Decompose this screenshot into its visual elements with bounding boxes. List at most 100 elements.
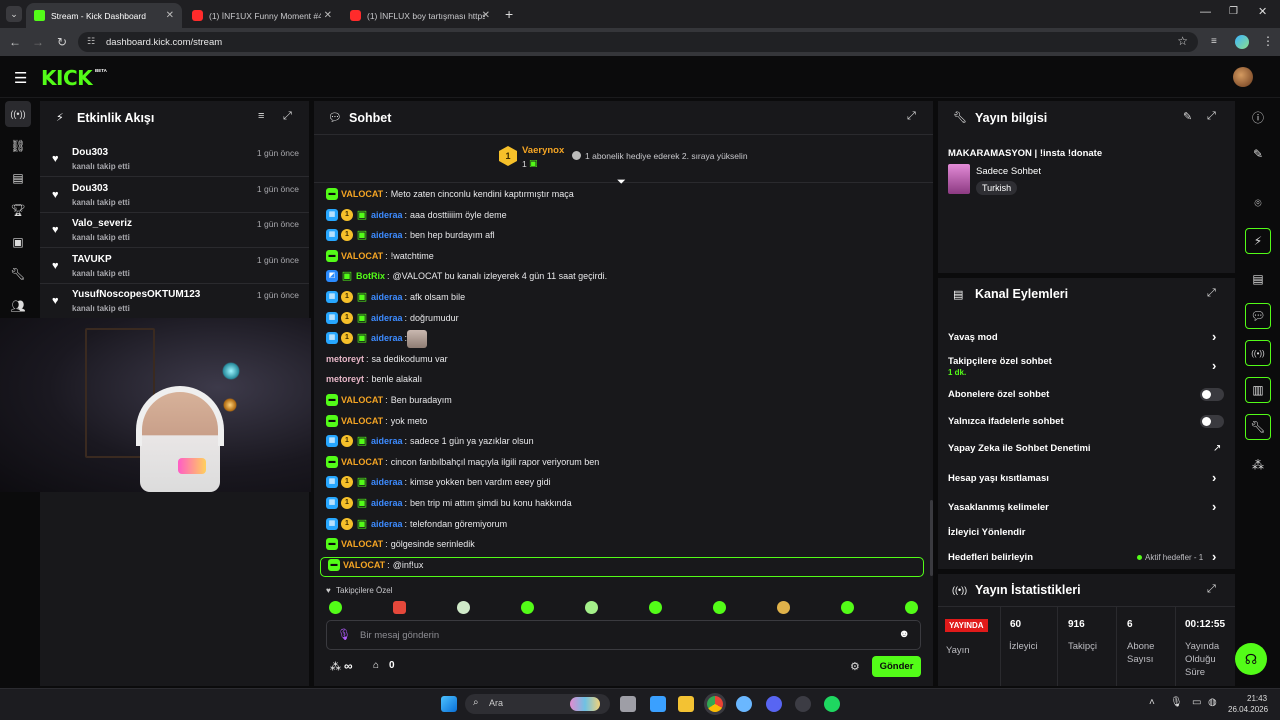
chat-username[interactable]: VALOCAT bbox=[341, 189, 383, 199]
site-info-icon[interactable]: ☷ bbox=[87, 36, 95, 47]
reload-icon[interactable]: ↻ bbox=[53, 33, 71, 51]
emotes-only-toggle[interactable] bbox=[1200, 415, 1224, 428]
rail-live-icon[interactable]: ((•)) bbox=[5, 101, 31, 127]
chat-username[interactable]: VALOCAT bbox=[341, 416, 383, 426]
chat-username[interactable]: aideraa bbox=[371, 436, 403, 446]
windows-start-icon[interactable] bbox=[441, 696, 457, 712]
file-explorer-icon[interactable] bbox=[678, 696, 694, 712]
chat-settings-icon[interactable]: ⚙ bbox=[850, 660, 860, 673]
emote-icon[interactable] bbox=[457, 601, 470, 614]
channel-points-icon[interactable]: ⁂ bbox=[330, 660, 341, 673]
chat-username[interactable]: aideraa bbox=[371, 292, 403, 302]
popout-icon[interactable]: ⤢ bbox=[1207, 583, 1216, 596]
rail-live-icon[interactable]: ((•)) bbox=[1245, 340, 1271, 366]
user-avatar[interactable] bbox=[1233, 67, 1253, 87]
edit-pencil-icon[interactable]: ✎ bbox=[1183, 110, 1192, 123]
network-tray-icon[interactable]: ◍ bbox=[1208, 697, 1217, 708]
bookmark-star-icon[interactable]: ☆ bbox=[1177, 34, 1188, 48]
chat-username[interactable]: VALOCAT bbox=[341, 539, 383, 549]
popout-icon[interactable]: ⤢ bbox=[1207, 110, 1216, 123]
back-arrow-icon[interactable]: ← bbox=[6, 33, 24, 51]
chevron-right-icon[interactable]: › bbox=[1212, 499, 1216, 514]
emotes-only-row[interactable]: Yalnızca ifadelerle sohbet bbox=[948, 416, 1064, 427]
popout-icon[interactable]: ⤢ bbox=[1207, 287, 1216, 300]
address-bar[interactable]: ☷ dashboard.kick.com/stream ☆ bbox=[78, 32, 1198, 52]
activity-username[interactable]: Dou303 bbox=[72, 183, 108, 194]
rail-actions-icon[interactable]: ▥ bbox=[1245, 377, 1271, 403]
rail-bolt-icon[interactable]: ⚡︎ bbox=[1245, 228, 1271, 254]
activity-username[interactable]: Valo_severiz bbox=[72, 218, 132, 229]
rail-link-icon[interactable]: ⛓ bbox=[5, 133, 31, 159]
chat-username[interactable]: metoreyt bbox=[326, 374, 364, 384]
chevron-right-icon[interactable]: › bbox=[1212, 470, 1216, 485]
close-tab-icon[interactable]: ✕ bbox=[324, 10, 332, 21]
send-button[interactable]: Gönder bbox=[872, 656, 921, 677]
chevron-right-icon[interactable]: › bbox=[1212, 549, 1216, 564]
chat-username[interactable]: VALOCAT bbox=[341, 395, 383, 405]
taskbar-search[interactable]: ⌕ Ara bbox=[465, 694, 610, 714]
rail-wrench-icon[interactable]: 🔧︎ bbox=[1245, 414, 1271, 440]
chat-username[interactable]: aideraa bbox=[371, 519, 403, 529]
chat-input[interactable]: 🎙︎ Bir mesaj gönderin ☻ bbox=[326, 620, 921, 650]
chat-username[interactable]: aideraa bbox=[371, 313, 403, 323]
rail-analytics-icon[interactable]: ▤ bbox=[5, 165, 31, 191]
chat-username[interactable]: metoreyt bbox=[326, 354, 364, 364]
close-window-icon[interactable]: ✕ bbox=[1258, 5, 1267, 18]
activity-username[interactable]: Dou303 bbox=[72, 147, 108, 158]
app-icon[interactable] bbox=[795, 696, 811, 712]
rail-users-icon[interactable]: ⁂ bbox=[1245, 452, 1271, 478]
emote-icon[interactable] bbox=[393, 601, 406, 614]
rail-users-icon[interactable]: 👥︎ bbox=[5, 293, 31, 319]
rail-info-icon[interactable]: ⓘ bbox=[1245, 104, 1271, 130]
close-tab-icon[interactable]: ✕ bbox=[482, 10, 490, 21]
chat-scrollbar[interactable] bbox=[930, 500, 933, 576]
clock-time[interactable]: 21:43 bbox=[1247, 694, 1267, 703]
forward-arrow-icon[interactable]: → bbox=[29, 33, 47, 51]
emote-icon[interactable] bbox=[329, 601, 342, 614]
emote-icon[interactable] bbox=[905, 601, 918, 614]
rail-wrench-icon[interactable]: 🔧︎ bbox=[5, 261, 31, 287]
rail-chat-icon[interactable]: 💬︎ bbox=[1245, 303, 1271, 329]
help-support-icon[interactable]: ☊ bbox=[1235, 643, 1267, 675]
chevron-right-icon[interactable]: › bbox=[1212, 358, 1216, 373]
minimize-window-icon[interactable]: — bbox=[1200, 6, 1211, 18]
emote-icon[interactable] bbox=[585, 601, 598, 614]
category-name[interactable]: Sadece Sohbet bbox=[976, 166, 1041, 177]
goals-row[interactable]: Hedefleri belirleyin bbox=[948, 552, 1033, 563]
new-tab-button[interactable]: + bbox=[505, 6, 513, 22]
emote-icon[interactable] bbox=[649, 601, 662, 614]
rail-edit-icon[interactable]: ✎ bbox=[1245, 141, 1271, 167]
chevron-right-icon[interactable]: › bbox=[1212, 329, 1216, 344]
chat-username[interactable]: BotRix bbox=[356, 271, 385, 281]
filter-icon[interactable]: ≡ bbox=[258, 110, 264, 122]
popout-icon[interactable]: ⤢ bbox=[283, 110, 292, 123]
activity-username[interactable]: YusufNoscopesOKTUM123 bbox=[72, 289, 200, 300]
clock-date[interactable]: 26.04.2026 bbox=[1228, 705, 1268, 714]
emote-icon[interactable] bbox=[777, 601, 790, 614]
restore-window-icon[interactable]: ❐ bbox=[1229, 6, 1238, 17]
chat-username[interactable]: aideraa bbox=[371, 230, 403, 240]
browser-menu-icon[interactable]: ⋮ bbox=[1262, 34, 1274, 48]
hamburger-menu-icon[interactable]: ☰ bbox=[14, 69, 27, 87]
spotify-icon[interactable] bbox=[824, 696, 840, 712]
scroll-collapse-icon[interactable]: ⏷ bbox=[617, 176, 626, 189]
rail-trophy-icon[interactable]: 🏆︎ bbox=[5, 197, 31, 223]
store-icon[interactable]: ⌂ bbox=[373, 660, 379, 671]
display-tray-icon[interactable]: ▭ bbox=[1192, 697, 1201, 708]
top-gifter-name[interactable]: Vaerynox bbox=[522, 145, 564, 156]
popout-icon[interactable]: ⤢ bbox=[907, 110, 916, 123]
emote-icon[interactable] bbox=[713, 601, 726, 614]
close-tab-icon[interactable]: ✕ bbox=[166, 10, 174, 21]
chevron-up-icon[interactable]: ˄ bbox=[1149, 697, 1155, 708]
activity-username[interactable]: TAVUKP bbox=[72, 254, 112, 265]
emote-icon[interactable] bbox=[521, 601, 534, 614]
browser-tab-youtube-2[interactable]: (1) İNFLUX boy tartışması https: ✕ bbox=[342, 3, 498, 28]
rail-notes-icon[interactable]: ▤ bbox=[1245, 266, 1271, 292]
chrome-icon[interactable] bbox=[707, 696, 723, 712]
followers-only-row[interactable]: Takipçilere özel sohbet bbox=[948, 356, 1052, 367]
tab-list-button[interactable]: ⌄ bbox=[6, 6, 22, 22]
mic-tray-icon[interactable]: 🎙︎ bbox=[1170, 697, 1183, 708]
app-icon[interactable] bbox=[736, 696, 752, 712]
discord-icon[interactable] bbox=[766, 696, 782, 712]
emote-icon[interactable] bbox=[841, 601, 854, 614]
